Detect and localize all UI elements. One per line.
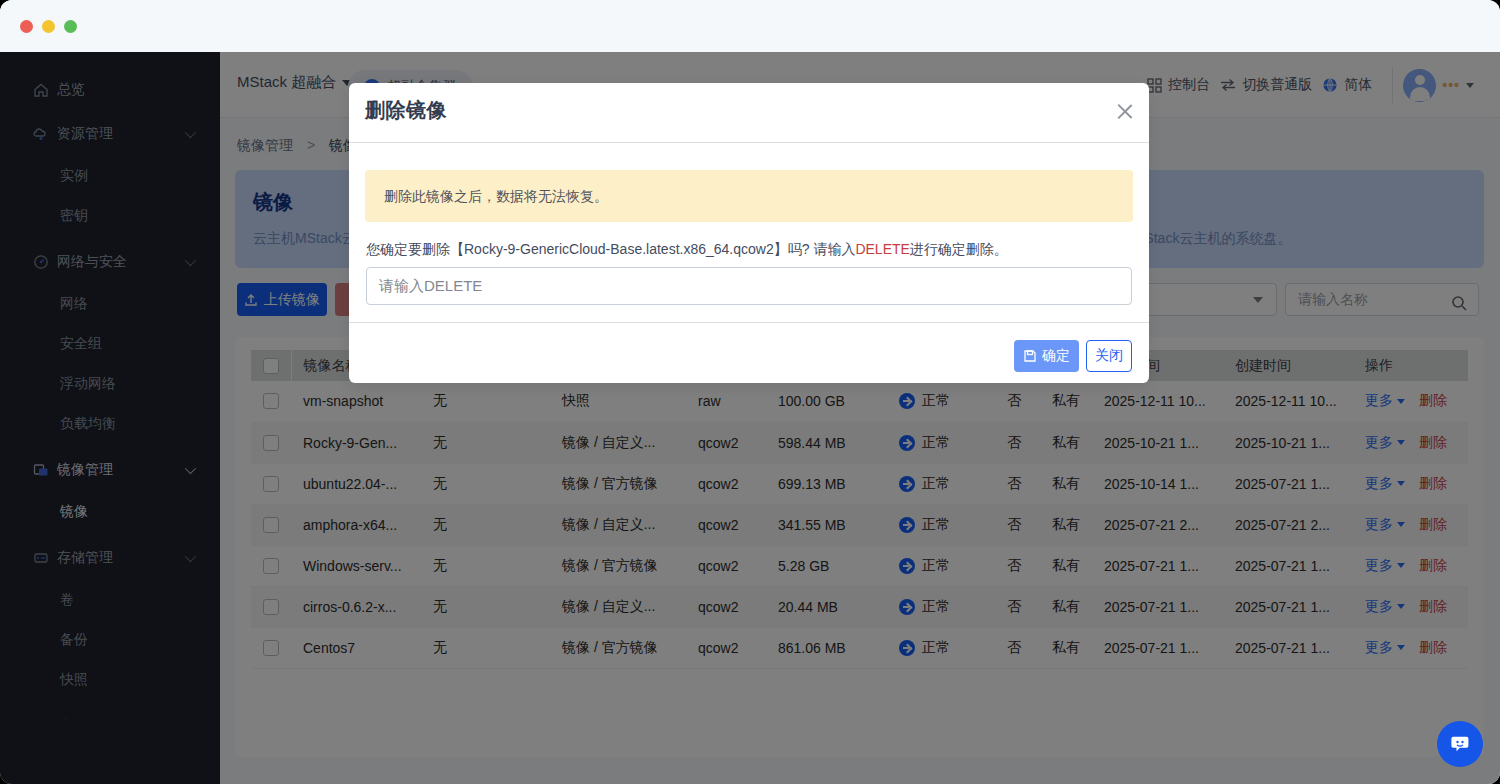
close-button[interactable]: 关闭 [1086, 340, 1132, 372]
modal-warning-alert: 删除此镜像之后，数据将无法恢复。 [365, 170, 1133, 222]
zoom-window-button[interactable] [64, 20, 77, 33]
delete-confirm-input[interactable]: 请输入DELETE [366, 267, 1132, 305]
input-placeholder: 请输入DELETE [379, 277, 482, 294]
delete-keyword: DELETE [855, 241, 909, 257]
save-icon [1023, 349, 1037, 363]
modal-title: 删除镜像 [365, 97, 447, 124]
chat-fab-button[interactable] [1437, 721, 1483, 767]
modal-confirm-text: 您确定要删除【Rocky-9-GenericCloud-Base.latest.… [366, 241, 1008, 259]
close-window-button[interactable] [20, 20, 33, 33]
chat-icon [1448, 732, 1472, 756]
modal-header: 删除镜像 [349, 83, 1149, 143]
app-window: 总览 资源管理 实例 密钥 网络与安全 网络 安全组 浮动网络 [0, 0, 1500, 784]
confirm-button[interactable]: 确定 [1014, 340, 1079, 372]
window-titlebar [0, 0, 1500, 52]
modal-footer: 确定 关闭 [349, 322, 1149, 383]
minimize-window-button[interactable] [42, 20, 55, 33]
close-icon[interactable] [1117, 103, 1133, 119]
delete-image-modal: 删除镜像 删除此镜像之后，数据将无法恢复。 您确定要删除【Rocky-9-Gen… [349, 83, 1149, 383]
